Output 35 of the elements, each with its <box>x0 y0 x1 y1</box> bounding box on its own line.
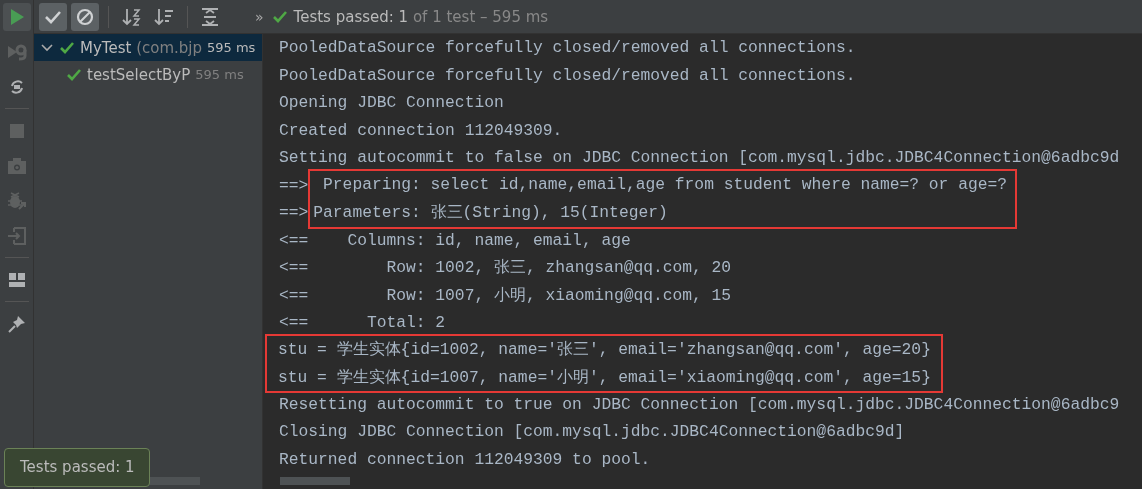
status-text: Tests passed: 1 of 1 test – 595 ms <box>293 7 549 26</box>
console-prefix: ==> <box>279 202 309 224</box>
expand-collapse-icon[interactable] <box>201 7 219 26</box>
console-line: Created connection 112049309. <box>279 119 564 142</box>
console-line: Opening JDBC Connection <box>279 92 505 114</box>
tree-item[interactable]: MyTest (com.bjp 595 ms <box>34 34 262 61</box>
console-line: PooledDataSource forcefully closed/removed all connections. <box>279 37 857 59</box>
console-prefix: ==> <box>279 174 309 197</box>
filter-toggle[interactable] <box>71 2 99 31</box>
more-button[interactable]: » <box>255 8 264 25</box>
console-line: Closing JDBC Connection [com.mysql.jdbc.JDBC4Connection@6adbc9d] <box>279 421 906 443</box>
tree-item[interactable]: testSelectByP 595 ms <box>34 61 262 88</box>
sort-alpha-icon[interactable] <box>122 7 142 26</box>
scrollbar[interactable] <box>280 477 350 485</box>
check-icon <box>271 9 288 24</box>
console-line: Parameters: 张三(String), 15(Integer) <box>313 201 669 224</box>
notification-toast: Tests passed: 1 <box>4 448 150 487</box>
console-line: stu = 学生实体{id=1007, name='小明', email='xiaoming@qq.com', age=15} <box>278 366 931 389</box>
console-line: <== Row: 1007, 小明, xiaoming@qq.com, 15 <box>279 284 733 307</box>
console-line: <== Total: 2 <box>279 312 447 334</box>
console-line: Setting autocommit to false on JDBC Connection [com.mysql.jdbc.JDBC4Connection@6adbc9d <box>279 147 1121 169</box>
console-line: Resetting autocommit to true on JDBC Connection [com.mysql.jdbc.JDBC4Connection@6adbc9 <box>279 393 1121 416</box>
console-line: PooledDataSource forcefully closed/removed all connections. <box>279 64 857 87</box>
chevron-icon[interactable] <box>41 43 53 52</box>
pin-icon[interactable] <box>7 315 26 333</box>
console-line: Returned connection 112049309 to pool. <box>279 448 652 471</box>
console-line: stu = 学生实体{id=1002, name='张三', email='zhangsan@qq.com', age=20} <box>278 339 931 361</box>
console-line: Preparing: select id,name,email,age from student where name=? or age=? <box>322 174 1007 196</box>
filter-toggle[interactable] <box>39 2 67 31</box>
sort-duration-icon[interactable] <box>154 7 174 26</box>
ignore-icon <box>76 7 94 26</box>
check-icon <box>44 9 62 24</box>
layout-icon[interactable] <box>8 273 25 287</box>
console-line: <== Row: 1002, 张三, zhangsan@qq.com, 20 <box>279 257 733 279</box>
console-line: <== Columns: id, name, email, age <box>279 229 632 252</box>
